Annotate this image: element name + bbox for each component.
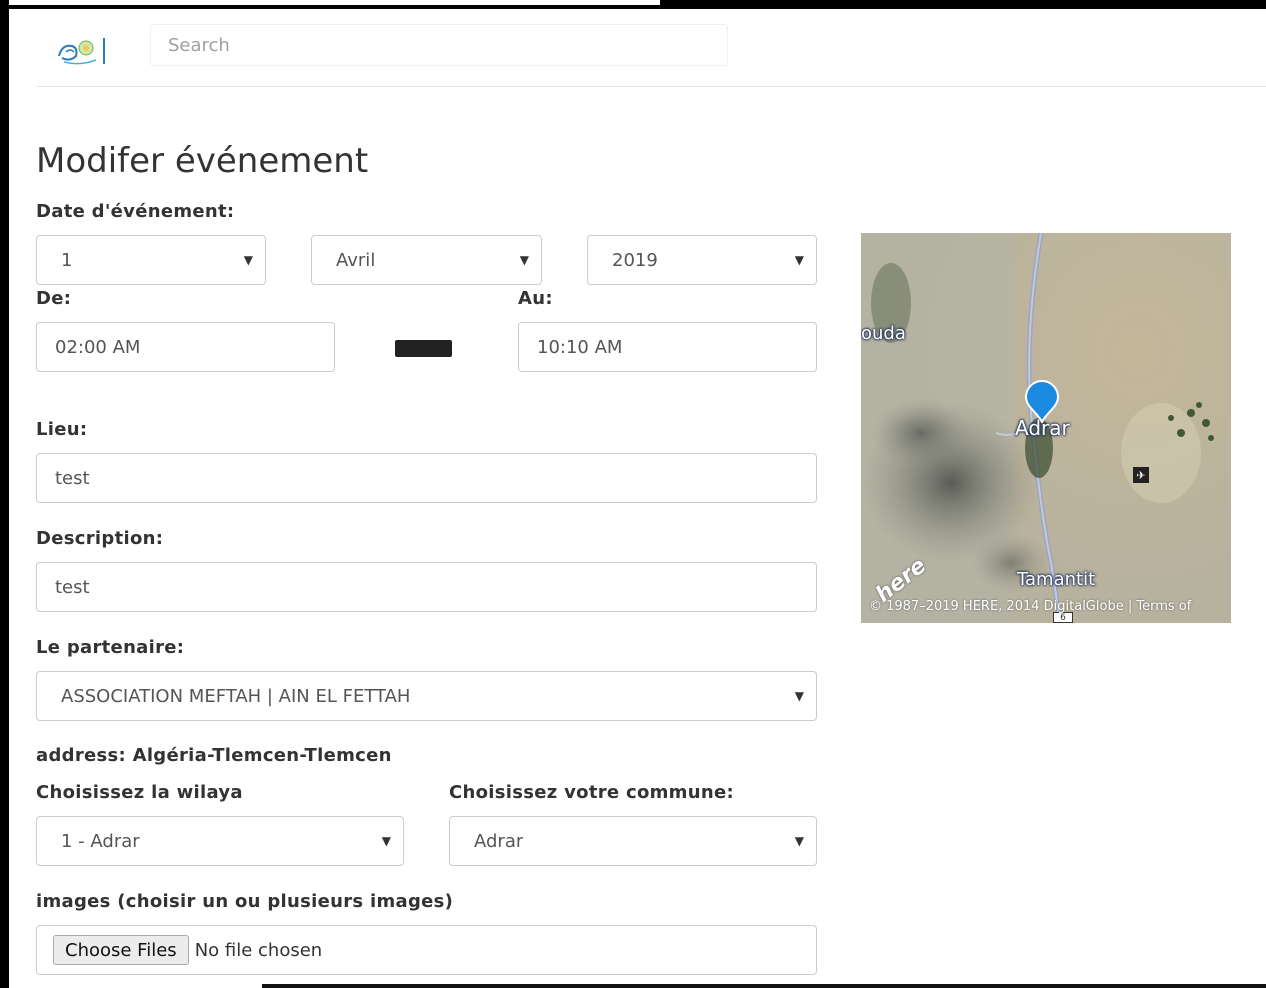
partner-label: Le partenaire: (36, 637, 185, 658)
chevron-down-icon: ▼ (794, 689, 804, 703)
map-copyright[interactable]: © 1987–2019 HERE, 2014 DigitalGlobe | Te… (869, 599, 1191, 614)
commune-value: Adrar (474, 830, 524, 852)
window-frame-left (0, 0, 9, 988)
from-time-value: 02:00 AM (55, 336, 141, 358)
description-value: test (55, 576, 90, 598)
partner-value: ASSOCIATION MEFTAH | AIN EL FETTAH (61, 685, 411, 707)
page-title: Modifer événement (36, 141, 369, 181)
date-label: Date d'événement: (36, 201, 235, 222)
day-select[interactable]: 1 ▼ (36, 235, 266, 285)
commune-label: Choisissez votre commune: (449, 782, 734, 803)
no-file-text: No file chosen (194, 939, 323, 961)
chevron-down-icon: ▼ (794, 253, 804, 267)
wilaya-label: Choisissez la wilaya (36, 782, 243, 803)
commune-select[interactable]: Adrar ▼ (449, 816, 817, 866)
choose-files-button[interactable]: Choose Files (53, 935, 189, 965)
description-input[interactable]: test (36, 562, 817, 612)
chevron-down-icon: ▼ (381, 834, 391, 848)
year-value: 2019 (612, 249, 658, 271)
window-frame-bottom (262, 984, 1266, 988)
logo-icon[interactable] (56, 36, 106, 66)
partner-select[interactable]: ASSOCIATION MEFTAH | AIN EL FETTAH ▼ (36, 671, 817, 721)
time-range-separator (395, 340, 452, 357)
map-pin-icon[interactable] (1024, 379, 1060, 423)
file-input[interactable]: Choose Files No file chosen (36, 925, 817, 975)
to-time-value: 10:10 AM (537, 336, 623, 358)
to-time-input[interactable]: 10:10 AM (518, 322, 817, 372)
map-label-left: ouda (861, 323, 906, 344)
images-label: images (choisir un ou plusieurs images) (36, 891, 454, 912)
to-label: Au: (518, 288, 553, 309)
place-value: test (55, 467, 90, 489)
month-value: Avril (336, 249, 376, 271)
search-input[interactable] (151, 25, 727, 65)
place-input[interactable]: test (36, 453, 817, 503)
map-view[interactable]: ouda Adrar Tamantit ✈ here 6 © 1987–2019… (861, 233, 1231, 623)
from-time-input[interactable]: 02:00 AM (36, 322, 335, 372)
day-value: 1 (61, 249, 73, 271)
year-select[interactable]: 2019 ▼ (587, 235, 817, 285)
map-label-bottom: Tamantit (1017, 569, 1096, 590)
chevron-down-icon: ▼ (243, 253, 253, 267)
address-text: address: Algéria-Tlemcen-Tlemcen (36, 745, 392, 766)
month-select[interactable]: Avril ▼ (311, 235, 542, 285)
place-label: Lieu: (36, 419, 88, 440)
header-divider (36, 86, 1266, 87)
search-field[interactable] (150, 24, 728, 66)
description-label: Description: (36, 528, 164, 549)
chevron-down-icon: ▼ (519, 253, 529, 267)
chevron-down-icon: ▼ (794, 834, 804, 848)
wilaya-value: 1 - Adrar (61, 830, 140, 852)
window-frame-strip (0, 0, 660, 5)
from-label: De: (36, 288, 72, 309)
airport-icon: ✈ (1133, 467, 1149, 483)
wilaya-select[interactable]: 1 - Adrar ▼ (36, 816, 404, 866)
